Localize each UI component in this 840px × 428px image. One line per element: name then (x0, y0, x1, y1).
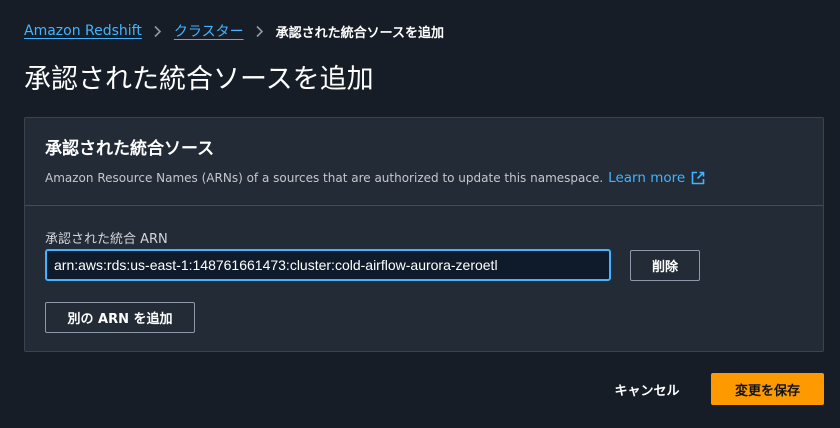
save-changes-button[interactable]: 変更を保存 (711, 373, 824, 405)
panel-description: Amazon Resource Names (ARNs) of a source… (45, 170, 803, 186)
panel-description-text: Amazon Resource Names (ARNs) of a source… (45, 171, 604, 185)
panel-header: 承認された統合ソース Amazon Resource Names (ARNs) … (25, 118, 823, 206)
chevron-right-icon (142, 25, 174, 38)
page-title: 承認された統合ソースを追加 (24, 64, 374, 95)
add-arn-button[interactable]: 別の ARN を追加 (45, 302, 195, 333)
learn-more-label: Learn more (608, 170, 686, 186)
cancel-button[interactable]: キャンセル (604, 373, 690, 405)
panel-title: 承認された統合ソース (45, 139, 215, 159)
breadcrumb-item-redshift[interactable]: Amazon Redshift (24, 23, 142, 39)
breadcrumb: Amazon Redshift クラスター 承認された統合ソースを追加 (24, 20, 444, 42)
authorized-sources-panel: 承認された統合ソース Amazon Resource Names (ARNs) … (24, 117, 824, 352)
remove-button[interactable]: 削除 (630, 250, 700, 281)
arn-input[interactable] (45, 249, 611, 281)
learn-more-link[interactable]: Learn more (608, 170, 705, 186)
arn-field-label: 承認された統合 ARN (45, 232, 168, 247)
chevron-right-icon (244, 25, 276, 38)
breadcrumb-item-clusters[interactable]: クラスター (174, 21, 244, 41)
external-link-icon (691, 171, 705, 185)
breadcrumb-item-current: 承認された統合ソースを追加 (275, 25, 444, 41)
